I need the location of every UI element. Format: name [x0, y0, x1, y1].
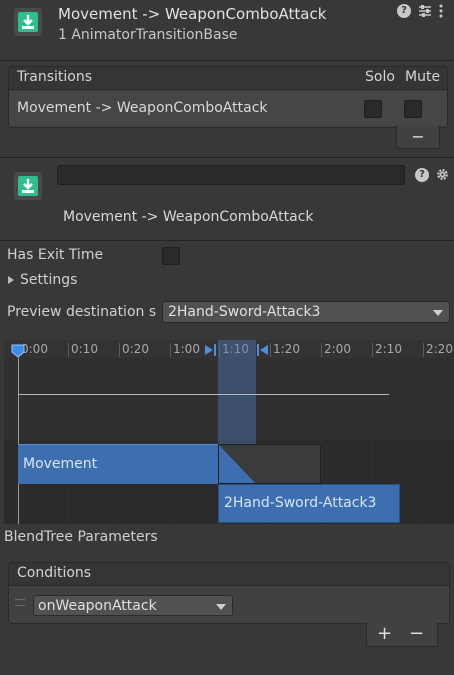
preview-destination-dropdown[interactable]: 2Hand-Sword-Attack3: [162, 301, 450, 323]
grid-line: [68, 358, 69, 524]
tick-mark: [372, 343, 373, 357]
drag-handle-icon[interactable]: [15, 599, 25, 606]
transition-detail-subtitle: Movement -> WeaponComboAttack: [63, 209, 314, 225]
preview-destination-label: Preview destination s: [7, 304, 157, 320]
remove-transition-label: −: [411, 127, 425, 146]
weight-curve-line: [18, 394, 389, 395]
transition-row[interactable]: Movement -> WeaponComboAttack: [9, 91, 447, 125]
tick-mark: [170, 343, 171, 357]
transition-end-handle[interactable]: [256, 343, 268, 361]
conditions-list: Conditions onWeaponAttack: [8, 562, 450, 624]
remove-transition-button[interactable]: −: [396, 126, 440, 149]
blendtree-parameters-label: BlendTree Parameters: [4, 529, 158, 545]
transition-row-label: Movement -> WeaponComboAttack: [17, 100, 268, 116]
transitions-header-label: Transitions: [17, 69, 92, 85]
condition-row[interactable]: onWeaponAttack: [9, 587, 449, 621]
inspector-title: Movement -> WeaponComboAttack: [58, 5, 327, 23]
chevron-down-icon: [216, 604, 226, 610]
transition-icon: [14, 8, 42, 36]
tick-mark: [270, 343, 271, 357]
tick-label: 2:10: [375, 342, 402, 356]
condition-parameter-value: onWeaponAttack: [38, 598, 157, 614]
playhead-line: [18, 358, 19, 524]
condition-parameter-dropdown[interactable]: onWeaponAttack: [33, 595, 233, 616]
mute-column-label: Mute: [405, 69, 441, 85]
tick-mark: [423, 343, 424, 357]
source-state-label: Movement: [23, 456, 98, 472]
tick-label: 2:00: [324, 342, 351, 356]
preview-destination-value: 2Hand-Sword-Attack3: [168, 304, 321, 320]
inspector-subtitle: 1 AnimatorTransitionBase: [58, 27, 238, 43]
destination-state-bar[interactable]: 2Hand-Sword-Attack3: [218, 484, 400, 523]
transition-name-field[interactable]: [57, 165, 405, 185]
presets-icon[interactable]: [417, 3, 433, 23]
tick-label: 0:10: [71, 342, 98, 356]
settings-foldout[interactable]: Settings: [6, 272, 77, 288]
tick-mark: [321, 343, 322, 357]
settings-foldout-label: Settings: [20, 272, 78, 288]
remove-condition-button[interactable]: −: [409, 623, 424, 644]
has-exit-time-checkbox[interactable]: [162, 247, 180, 265]
gear-icon[interactable]: [435, 167, 450, 186]
kebab-menu-icon[interactable]: [438, 3, 444, 23]
chevron-down-icon: [433, 310, 443, 316]
conditions-header-label: Conditions: [17, 565, 92, 581]
transition-start-handle[interactable]: [205, 343, 217, 361]
conditions-list-header: Conditions: [9, 563, 449, 586]
tick-label: 1:20: [273, 342, 300, 356]
mute-checkbox[interactable]: [404, 100, 422, 118]
grid-line: [170, 358, 171, 524]
source-state-bar[interactable]: Movement: [18, 444, 218, 484]
solo-checkbox[interactable]: [364, 100, 382, 118]
transitions-list: Transitions Solo Mute Movement -> Weapon…: [8, 66, 448, 128]
tick-label: 0:00: [21, 342, 48, 356]
transition-help-icon[interactable]: ?: [415, 168, 429, 182]
source-state-fade-bar[interactable]: [218, 444, 321, 484]
help-icon[interactable]: ?: [397, 4, 411, 18]
grid-line: [423, 358, 424, 524]
transitions-list-header: Transitions Solo Mute: [9, 67, 447, 90]
grid-line: [119, 358, 120, 524]
add-condition-button[interactable]: +: [377, 623, 392, 644]
tick-label: 2:20: [426, 342, 453, 356]
tick-label: 0:20: [122, 342, 149, 356]
transition-overlap-highlight[interactable]: [218, 340, 256, 446]
tick-mark: [68, 343, 69, 357]
transition-detail-icon: [14, 172, 42, 200]
solo-column-label: Solo: [365, 69, 395, 85]
tick-mark: [119, 343, 120, 357]
foldout-arrow-icon: [8, 276, 14, 284]
tick-label: 1:00: [173, 342, 200, 356]
destination-state-label: 2Hand-Sword-Attack3: [224, 495, 377, 511]
has-exit-time-label: Has Exit Time: [7, 247, 104, 263]
